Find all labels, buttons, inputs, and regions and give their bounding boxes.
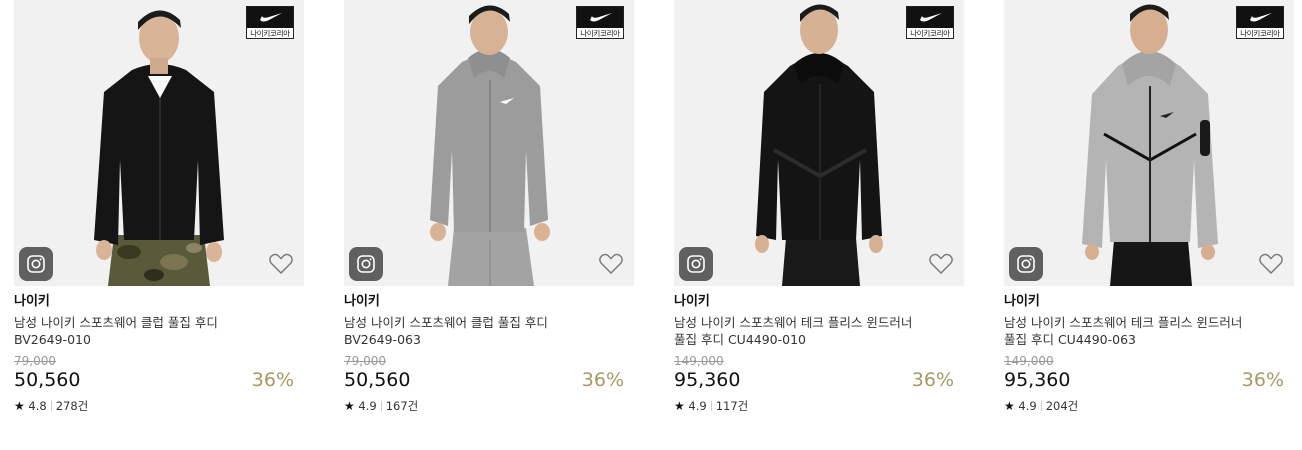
product-title[interactable]: 남성 나이키 스포츠웨어 클럽 풀집 후디 [344,314,604,331]
swoosh-icon [920,13,942,22]
model-photo [14,0,304,286]
sale-price: 95,360 [1004,369,1071,391]
model-photo [1004,0,1294,286]
brand-logo-badge: 나이키코리아 [1236,6,1284,39]
original-price: 79,000 [344,354,386,368]
product-title[interactable]: 남성 나이키 스포츠웨어 테크 플리스 윈드러너 [674,314,934,331]
instagram-button[interactable] [679,247,713,281]
instagram-button[interactable] [19,247,53,281]
product-brand: 나이키 [674,294,710,309]
star-icon: ★ [1004,399,1015,413]
discount-rate: 36% [911,369,954,391]
product-image[interactable]: 나이키코리아 [1004,0,1294,286]
wishlist-button[interactable] [928,252,954,276]
heart-icon [599,253,623,274]
product-title[interactable]: 남성 나이키 스포츠웨어 클럽 풀집 후디 [14,314,274,331]
instagram-icon [687,255,705,273]
product-code: BV2649-063 [344,332,421,347]
product-code: BV2649-010 [14,332,91,347]
review-count[interactable]: 167건 [386,399,419,413]
swoosh-icon [1250,13,1272,22]
rating-summary: ★ 4.9 204건 [1004,398,1078,414]
discount-rate: 36% [251,369,294,391]
swoosh-icon [590,13,612,22]
product-code: 풀집 후디 CU4490-010 [674,332,807,347]
rating-summary: ★ 4.9 117건 [674,398,748,414]
review-count[interactable]: 117건 [716,399,749,413]
product-card[interactable]: 나이키코리아 나이키 남성 나이키 스포츠웨어 클럽 풀집 후디 BV2649-… [344,0,634,413]
divider [1040,401,1042,411]
product-title[interactable]: 남성 나이키 스포츠웨어 테크 플리스 윈드러너 [1004,314,1264,331]
brand-logo-text: 나이키코리아 [1240,29,1280,38]
brand-logo-badge: 나이키코리아 [906,6,954,39]
sale-price: 95,360 [674,369,741,391]
product-brand: 나이키 [14,294,50,309]
product-name[interactable]: 남성 나이키 스포츠웨어 테크 플리스 윈드러너 풀집 후디 CU4490-06… [1004,314,1264,348]
product-card[interactable]: 나이키코리아 나이키 남성 나이키 스포츠웨어 클럽 풀집 후디 BV2649-… [14,0,304,413]
review-count[interactable]: 204건 [1046,399,1079,413]
heart-icon [1259,253,1283,274]
rating-value: 4.8 [28,399,47,413]
brand-logo-text: 나이키코리아 [250,29,290,38]
instagram-button[interactable] [1009,247,1043,281]
original-price: 149,000 [1004,354,1054,368]
discount-rate: 36% [581,369,624,391]
rating-value: 4.9 [688,399,707,413]
sale-price: 50,560 [14,369,81,391]
product-grid: 나이키코리아 나이키 남성 나이키 스포츠웨어 클럽 풀집 후디 BV2649-… [0,0,1302,450]
discount-rate: 36% [1241,369,1284,391]
brand-logo-text: 나이키코리아 [910,29,950,38]
brand-logo-badge: 나이키코리아 [576,6,624,39]
product-brand: 나이키 [1004,294,1040,309]
product-name[interactable]: 남성 나이키 스포츠웨어 테크 플리스 윈드러너 풀집 후디 CU4490-01… [674,314,934,348]
rating-value: 4.9 [1018,399,1037,413]
rating-value: 4.9 [358,399,377,413]
divider [50,401,52,411]
wishlist-button[interactable] [268,252,294,276]
review-count[interactable]: 278건 [56,399,89,413]
product-card[interactable]: 나이키코리아 나이키 남성 나이키 스포츠웨어 테크 플리스 윈드러너 풀집 후… [1004,0,1294,413]
product-image[interactable]: 나이키코리아 [14,0,304,286]
original-price: 149,000 [674,354,724,368]
instagram-icon [1017,255,1035,273]
product-code: 풀집 후디 CU4490-063 [1004,332,1137,347]
swoosh-icon [260,13,282,22]
product-card[interactable]: 나이키코리아 나이키 남성 나이키 스포츠웨어 테크 플리스 윈드러너 풀집 후… [674,0,964,413]
divider [710,401,712,411]
heart-icon [929,253,953,274]
divider [380,401,382,411]
product-image[interactable]: 나이키코리아 [674,0,964,286]
instagram-button[interactable] [349,247,383,281]
product-name[interactable]: 남성 나이키 스포츠웨어 클럽 풀집 후디 BV2649-063 [344,314,604,348]
wishlist-button[interactable] [1258,252,1284,276]
star-icon: ★ [344,399,355,413]
instagram-icon [357,255,375,273]
product-brand: 나이키 [344,294,380,309]
wishlist-button[interactable] [598,252,624,276]
heart-icon [269,253,293,274]
instagram-icon [27,255,45,273]
brand-logo-badge: 나이키코리아 [246,6,294,39]
original-price: 79,000 [14,354,56,368]
product-name[interactable]: 남성 나이키 스포츠웨어 클럽 풀집 후디 BV2649-010 [14,314,274,348]
model-photo [344,0,634,286]
product-image[interactable]: 나이키코리아 [344,0,634,286]
rating-summary: ★ 4.8 278건 [14,398,88,414]
sale-price: 50,560 [344,369,411,391]
star-icon: ★ [14,399,25,413]
star-icon: ★ [674,399,685,413]
brand-logo-text: 나이키코리아 [580,29,620,38]
model-photo [674,0,964,286]
rating-summary: ★ 4.9 167건 [344,398,418,414]
